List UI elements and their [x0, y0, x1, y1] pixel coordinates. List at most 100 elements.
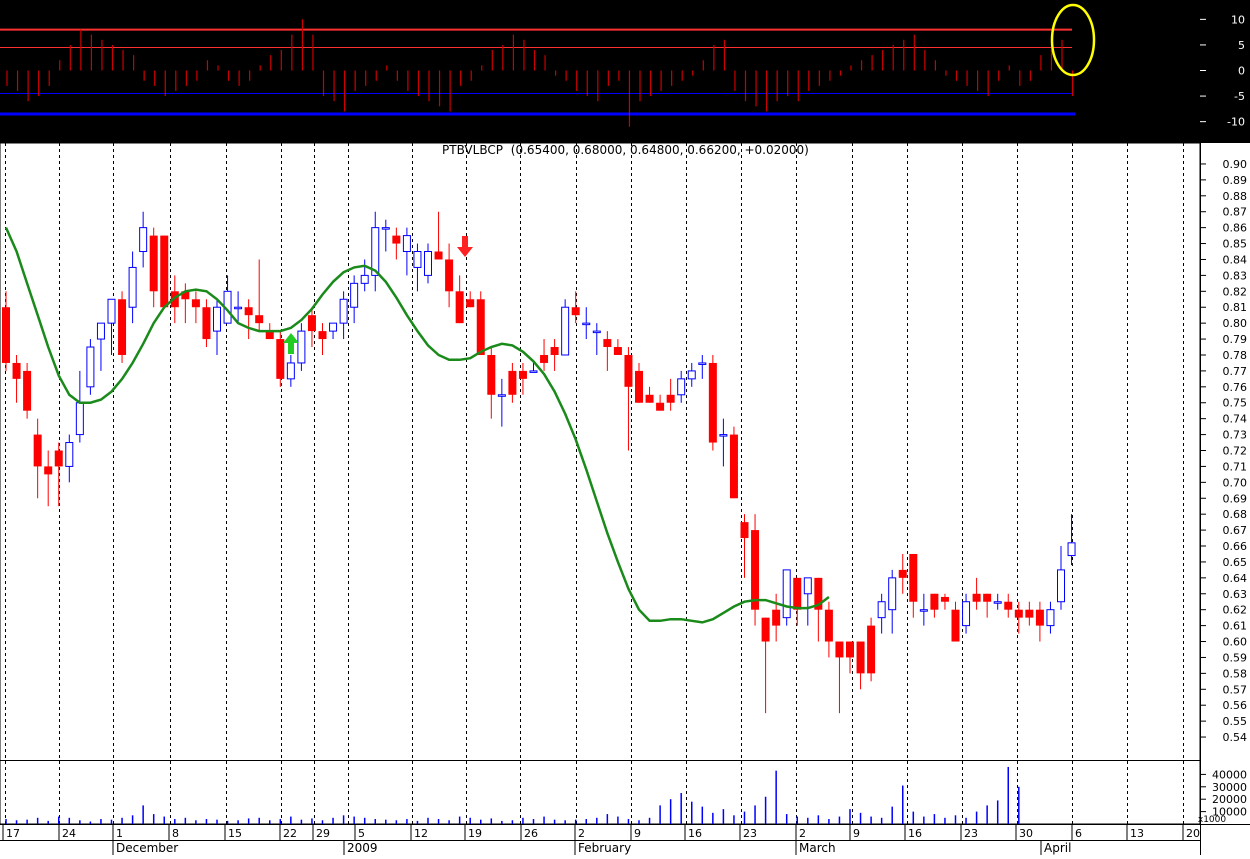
chart-title-symbol: PTBVLBCP: [442, 143, 503, 157]
candle-body-down: [318, 331, 327, 340]
candle-body-up: [413, 251, 422, 268]
month-label: 2009: [347, 841, 378, 855]
candle-body-up: [962, 601, 971, 627]
candle-body-up: [877, 601, 886, 619]
month-label: February: [578, 841, 631, 855]
candle-body-up: [719, 434, 728, 437]
candle-body-down: [54, 450, 63, 467]
candle-body-up: [424, 251, 432, 276]
candle-body-down: [392, 235, 401, 244]
price-tick-label: 0.58: [1223, 667, 1248, 680]
date-tick-label: 6: [1075, 827, 1082, 840]
date-tick-label: 12: [414, 827, 428, 840]
candle-body-down: [867, 625, 876, 674]
price-tick-label: 0.80: [1223, 317, 1248, 330]
price-tick-label: 0.63: [1223, 588, 1248, 601]
candle-body-down: [455, 291, 464, 324]
price-tick-label: 0.73: [1223, 429, 1248, 442]
price-tick-label: 0.83: [1223, 269, 1248, 282]
price-tick-label: 0.55: [1223, 715, 1248, 728]
candle-body-down: [149, 235, 158, 292]
candle-body-down: [656, 402, 665, 411]
candle-body-down: [729, 434, 738, 499]
candle-body-down: [1025, 609, 1034, 618]
candle-body-up: [86, 346, 95, 388]
candle-body-up: [782, 569, 791, 619]
date-tick-label: 20: [1186, 827, 1200, 840]
month-label: March: [799, 841, 836, 855]
date-tick-label: 9: [853, 827, 860, 840]
date-tick-label: 23: [743, 827, 757, 840]
candle-body-up: [139, 227, 148, 253]
date-tick-label: 23: [964, 827, 978, 840]
candle-body-up: [96, 322, 105, 340]
price-tick-label: 0.74: [1223, 413, 1248, 426]
candle-body-up: [75, 402, 84, 436]
candle-body-up: [698, 362, 707, 365]
date-tick-label: 1: [116, 827, 123, 840]
candle-body-down: [940, 596, 949, 602]
candle-body-down: [740, 522, 749, 539]
volume-tick-label: 30000: [1212, 781, 1247, 794]
candle-body-down: [613, 347, 622, 355]
candle-body-up: [582, 322, 591, 326]
price-tick-label: 0.78: [1223, 349, 1248, 362]
candle-body-down: [160, 235, 169, 308]
candle-body-down: [276, 339, 285, 379]
candle-body-up: [1046, 609, 1055, 627]
price-tick-label: 0.86: [1223, 222, 1248, 235]
candle-body-down: [624, 354, 633, 387]
date-tick-label: 8: [172, 827, 179, 840]
price-tick-label: 0.90: [1223, 158, 1248, 171]
candle-body-down: [487, 354, 496, 395]
candle-body-up: [286, 362, 295, 380]
candle-body-down: [635, 370, 643, 403]
date-tick-label: 9: [634, 827, 641, 840]
price-tick-label: 0.68: [1223, 508, 1248, 521]
price-tick-label: 0.54: [1223, 731, 1248, 744]
price-tick-label: 0.60: [1223, 636, 1248, 649]
grid-layer: [0, 142, 1250, 855]
candle-body-down: [856, 641, 865, 674]
date-tick-label: 2: [578, 827, 585, 840]
price-tick-label: 0.56: [1223, 699, 1248, 712]
osc-tick-label: 5: [1238, 39, 1245, 52]
candle-body-up: [687, 370, 696, 380]
price-tick-label: 0.57: [1223, 683, 1248, 696]
price-tick-label: 0.88: [1223, 190, 1248, 203]
candle-body-down: [2, 307, 10, 363]
candle-body-down: [33, 434, 42, 467]
candle-body-up: [65, 442, 74, 467]
price-tick-label: 0.84: [1223, 253, 1248, 266]
price-tick-label: 0.89: [1223, 174, 1248, 187]
price-frame: [0, 142, 1201, 825]
candle-body-down: [772, 609, 781, 626]
date-tick-label: 2: [799, 827, 806, 840]
date-tick-label: 13: [1130, 827, 1144, 840]
candle-body-down: [824, 609, 833, 642]
candle-body-down: [518, 370, 527, 379]
candle-body-up: [561, 306, 570, 356]
candle-body-down: [909, 553, 918, 602]
osc-tick-label: -5: [1234, 90, 1245, 103]
month-label: December: [116, 841, 178, 855]
price-tick-label: 0.62: [1223, 604, 1248, 617]
candle-body-up: [919, 609, 928, 612]
candle-body-up: [107, 298, 116, 324]
sell-signal-arrow: [457, 236, 473, 257]
candle-body-down: [930, 593, 939, 610]
chart-title: PTBVLBCP (0.65400, 0.68000, 0.64800, 0.6…: [442, 143, 809, 157]
candle-body-down: [12, 362, 21, 379]
price-tick-label: 0.71: [1223, 460, 1248, 473]
candle-body-down: [255, 315, 264, 324]
candle-body-up: [360, 274, 369, 284]
candle-body-up: [234, 306, 243, 310]
price-tick-label: 0.70: [1223, 476, 1248, 489]
volume-tick-label: 20000: [1212, 793, 1247, 806]
date-tick-label: 22: [283, 827, 297, 840]
date-tick-label: 15: [228, 827, 242, 840]
candle-body-up: [592, 330, 601, 334]
price-tick-label: 0.66: [1223, 540, 1248, 553]
price-tick-label: 0.79: [1223, 333, 1248, 346]
candle-body-down: [1014, 609, 1023, 618]
